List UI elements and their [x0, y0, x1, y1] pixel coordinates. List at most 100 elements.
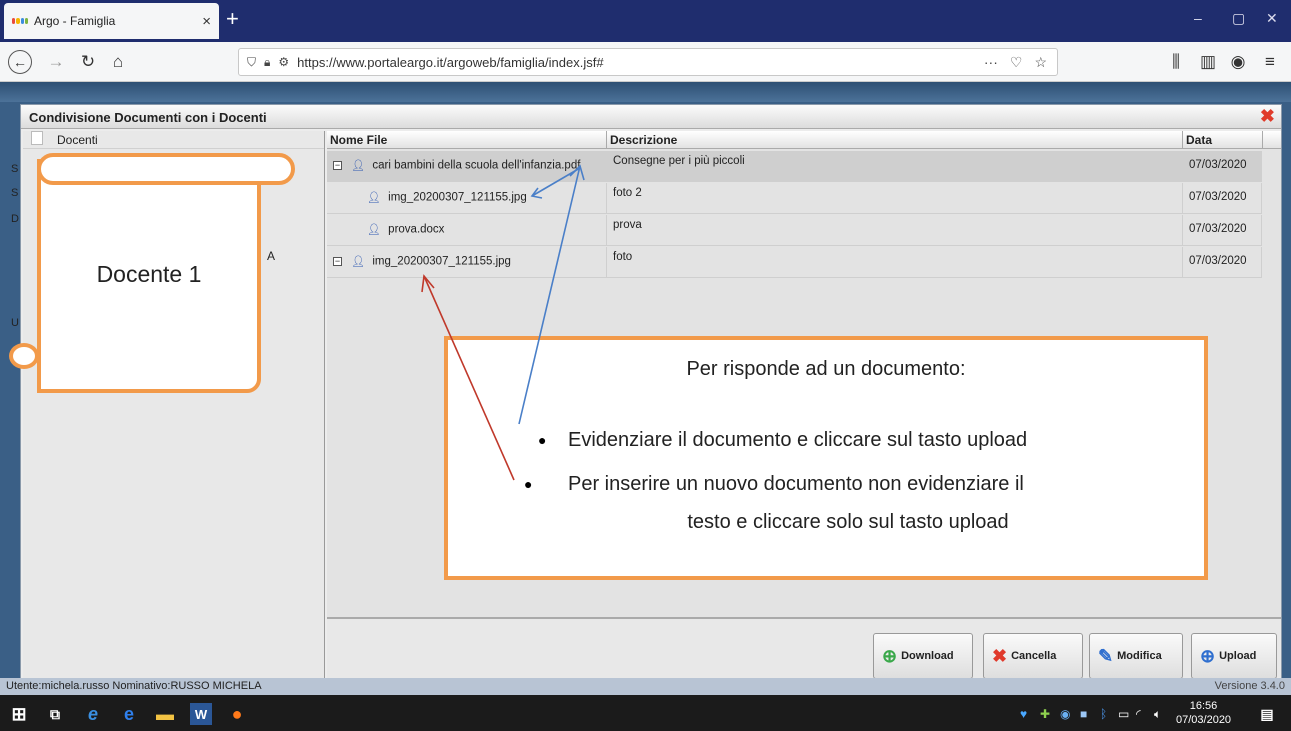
- tray-network-app-icon[interactable]: ✚: [1040, 707, 1050, 721]
- internet-explorer-icon[interactable]: e: [82, 703, 104, 725]
- file-date: 07/03/2020: [1183, 247, 1262, 278]
- download-icon: ⊕: [882, 645, 898, 666]
- bluetooth-icon[interactable]: ᛒ: [1100, 707, 1107, 721]
- teacher-row-fragment[interactable]: D: [11, 213, 19, 225]
- forward-arrow-icon[interactable]: →: [44, 50, 68, 74]
- annotation-scroll-curl: [9, 343, 39, 369]
- upload-button[interactable]: ⊕ Upload: [1191, 633, 1277, 679]
- file-name: prova.docx: [388, 223, 445, 236]
- file-date: 07/03/2020: [1183, 183, 1262, 214]
- pocket-icon[interactable]: ♡: [1010, 54, 1023, 71]
- teachers-panel: Docenti S S D U Docente 1 A: [9, 131, 325, 683]
- app-status-bar: Utente:michela.russo Nominativo:RUSSO MI…: [0, 678, 1291, 695]
- modifica-button[interactable]: ✎ Modifica: [1089, 633, 1183, 679]
- callout-item-2-line-2: testo e cliccare solo sul tasto upload: [687, 511, 1009, 533]
- battery-icon[interactable]: ▭: [1118, 707, 1129, 721]
- shield-icon[interactable]: ⛉: [247, 55, 256, 70]
- column-header-descrizione[interactable]: Descrizione: [607, 131, 1183, 149]
- teacher-name-fragment: A: [267, 249, 276, 263]
- column-header-data[interactable]: Data: [1183, 131, 1263, 149]
- page-actions-icon[interactable]: ···: [984, 54, 998, 71]
- table-row[interactable]: 👤︎ img_20200307_121155.jpg foto 2 07/03/…: [327, 183, 1262, 214]
- bookmark-star-icon[interactable]: ☆: [1034, 54, 1047, 71]
- callout-title: Per risponde ad un documento:: [686, 358, 966, 380]
- attachment-user-icon: 👤︎: [367, 192, 381, 204]
- table-row[interactable]: 👤︎ prova.docx prova 07/03/2020: [327, 215, 1262, 246]
- file-date: 07/03/2020: [1183, 215, 1262, 246]
- teachers-header-label: Docenti: [57, 133, 98, 147]
- teacher-row-fragment[interactable]: S: [11, 187, 18, 199]
- annotation-scroll-text: Docente 1: [96, 261, 202, 287]
- tab-close-icon[interactable]: ×: [202, 13, 211, 30]
- download-label: Download: [901, 650, 954, 662]
- permissions-icon[interactable]: ⚙︎: [278, 55, 289, 69]
- url-bar[interactable]: ⛉ 🔒︎ ⚙︎ https://www.portaleargo.it/argow…: [238, 48, 1058, 76]
- sidebar-icon[interactable]: ▥: [1196, 50, 1220, 74]
- table-row[interactable]: − 👤︎ cari bambini della scuola dell'infa…: [327, 151, 1262, 182]
- library-icon[interactable]: ⫼: [1164, 50, 1188, 74]
- callout-item-2-line-1: Per inserire un nuovo documento non evid…: [568, 473, 1024, 495]
- windows-start-icon[interactable]: ⊞: [8, 703, 30, 725]
- file-name: img_20200307_121155.jpg: [388, 191, 527, 204]
- clock-time: 16:56: [1189, 700, 1218, 712]
- clock-date: 07/03/2020: [1176, 714, 1232, 726]
- annotation-scroll-top: [37, 153, 295, 185]
- browser-navbar: ← → ↻ ⌂ ⛉ 🔒︎ ⚙︎ https://www.portaleargo.…: [0, 42, 1291, 82]
- account-icon[interactable]: ◉: [1226, 50, 1250, 74]
- window-minimize-button[interactable]: –: [1194, 10, 1202, 26]
- tray-cloud-icon[interactable]: ■: [1080, 707, 1087, 721]
- word-icon[interactable]: W: [190, 703, 212, 725]
- file-date: 07/03/2020: [1183, 151, 1262, 182]
- lock-icon[interactable]: 🔒︎: [264, 55, 270, 70]
- tab-title: Argo - Famiglia: [34, 14, 116, 28]
- bullet-icon: ●: [538, 432, 547, 448]
- home-icon[interactable]: ⌂: [106, 50, 130, 74]
- table-header: Nome File Descrizione Data: [327, 131, 1281, 149]
- edit-pencil-icon: ✎: [1098, 645, 1114, 666]
- argo-favicon-icon: [12, 18, 28, 24]
- system-clock[interactable]: 16:56 07/03/2020: [1176, 699, 1231, 727]
- teacher-row-fragment[interactable]: S: [11, 163, 18, 175]
- url-text[interactable]: https://www.portaleargo.it/argoweb/famig…: [297, 55, 603, 70]
- cancella-label: Cancella: [1011, 650, 1057, 662]
- collapse-icon[interactable]: −: [333, 257, 342, 266]
- user-info: Utente:michela.russo Nominativo:RUSSO MI…: [6, 680, 262, 692]
- browser-tab-argo[interactable]: Argo - Famiglia ×: [4, 3, 219, 39]
- table-row[interactable]: − 👤︎ img_20200307_121155.jpg foto 07/03/…: [327, 247, 1262, 278]
- file-explorer-icon[interactable]: ▬: [154, 703, 176, 725]
- task-view-icon[interactable]: ⧉: [44, 703, 66, 725]
- reload-icon[interactable]: ↻: [76, 50, 100, 74]
- windows-taskbar: ⊞ ⧉ e e ▬ W ● ♥ ✚ ◉ ■ ᛒ ▭ ◜ 🔈︎ 16:56 07/…: [0, 695, 1291, 731]
- actions-bar: ⊕ Download ✖ Cancella ✎ Modifica ⊕ Uploa…: [327, 617, 1281, 681]
- attachment-user-icon: 👤︎: [367, 224, 381, 236]
- tray-sync-icon[interactable]: ◉: [1060, 707, 1070, 721]
- dialog-close-icon[interactable]: ✖: [1260, 106, 1275, 127]
- delete-x-icon: ✖: [992, 645, 1008, 666]
- edge-icon[interactable]: e: [118, 703, 140, 725]
- instructions-callout: Per risponde ad un documento: ● Evidenzi…: [444, 336, 1208, 580]
- back-arrow-icon[interactable]: ←: [8, 50, 32, 74]
- window-maximize-button[interactable]: ▢: [1232, 10, 1245, 27]
- file-description: foto 2: [607, 183, 1183, 214]
- tray-app-icon[interactable]: ♥: [1020, 707, 1027, 721]
- volume-icon[interactable]: 🔈︎: [1154, 707, 1161, 722]
- cancella-button[interactable]: ✖ Cancella: [983, 633, 1083, 679]
- file-description: foto: [607, 247, 1183, 278]
- app-version: Versione 3.4.0: [1214, 680, 1285, 692]
- firefox-icon[interactable]: ●: [226, 703, 248, 725]
- page-background-strip: [0, 82, 1291, 102]
- column-header-nome-file[interactable]: Nome File: [327, 131, 607, 149]
- browser-titlebar: Argo - Famiglia × + – ▢ ✕: [0, 0, 1291, 42]
- menu-hamburger-icon[interactable]: ≡: [1258, 50, 1282, 74]
- new-tab-button[interactable]: +: [226, 8, 239, 30]
- window-close-button[interactable]: ✕: [1266, 10, 1278, 27]
- file-description: Consegne per i più piccoli: [607, 151, 1183, 182]
- file-description: prova: [607, 215, 1183, 246]
- user-file-icon: 👤︎: [351, 160, 366, 172]
- wifi-icon[interactable]: ◜: [1136, 707, 1141, 721]
- user-file-icon: 👤︎: [351, 256, 366, 268]
- download-button[interactable]: ⊕ Download: [873, 633, 973, 679]
- collapse-icon[interactable]: −: [333, 161, 342, 170]
- teacher-row-fragment[interactable]: U: [11, 317, 19, 329]
- notifications-icon[interactable]: ▤: [1256, 703, 1278, 725]
